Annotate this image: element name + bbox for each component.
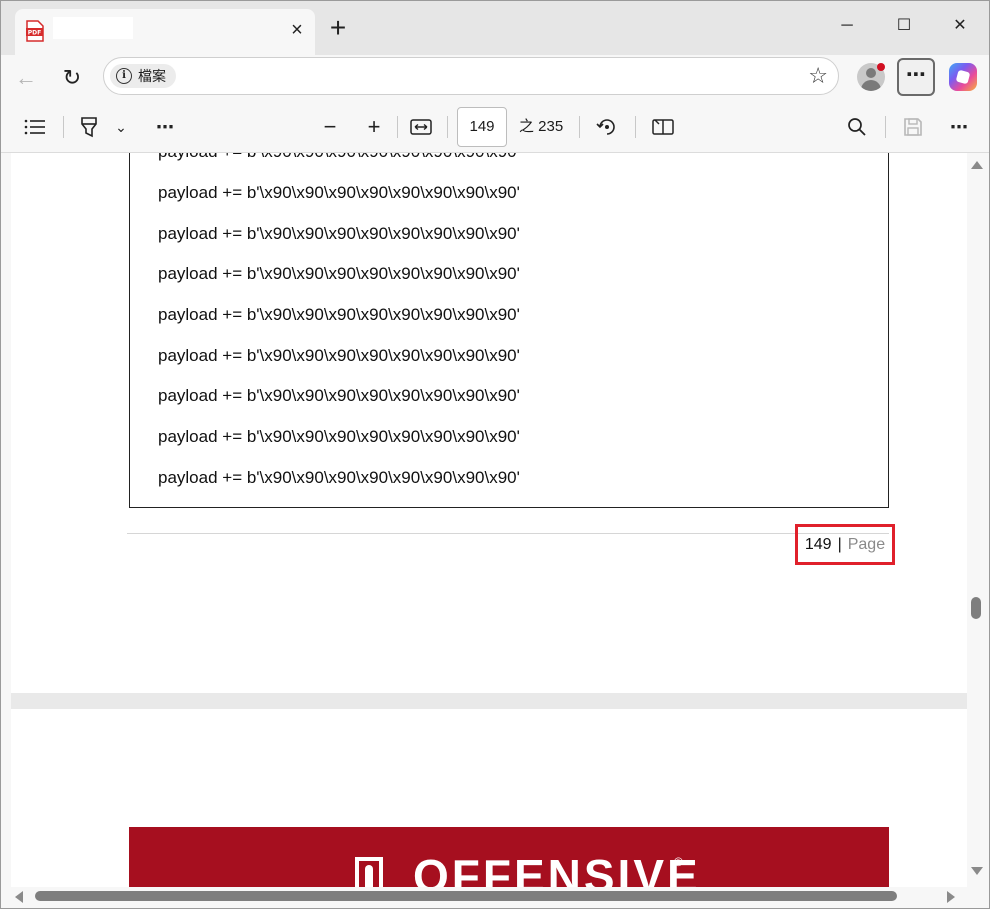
page-footer-word: Page <box>847 535 886 553</box>
toolbar-divider <box>63 116 64 138</box>
toolbar-divider <box>397 116 398 138</box>
close-window-button[interactable]: ✕ <box>937 11 983 41</box>
tab-strip: PDF × + ─ ☐ ✕ <box>1 1 989 55</box>
page-number-highlight: 149 | Page <box>795 524 895 565</box>
refresh-icon[interactable]: ↻ <box>55 61 89 95</box>
copilot-icon[interactable] <box>949 63 977 91</box>
scroll-right-arrow-icon[interactable] <box>947 891 955 903</box>
code-line: payload += b'\x90\x90\x90\x90\x90\x90\x9… <box>158 427 520 446</box>
pdf-next-page: OFFENSIVE ® <box>11 709 967 887</box>
browser-window: PDF × + ─ ☐ ✕ ← ↻ i 檔案 ☆ ⋯ ⌄ ⋯ − + 149 之… <box>0 0 990 909</box>
page-view-icon[interactable] <box>651 113 675 141</box>
save-icon[interactable] <box>901 113 925 141</box>
copilot-icon-center <box>955 69 971 85</box>
minimize-button[interactable]: ─ <box>824 11 870 41</box>
rotate-page-icon <box>596 119 615 135</box>
code-line: payload += b'\x90\x90\x90\x90\x90\x90\x9… <box>158 264 520 283</box>
code-line: payload += b'\x90\x90\x90\x90\x90\x90\x9… <box>158 153 520 162</box>
site-info-label: 檔案 <box>138 68 166 84</box>
horizontal-scroll-thumb[interactable] <box>35 891 897 901</box>
zoom-out-icon[interactable]: − <box>319 113 341 141</box>
notification-dot <box>877 63 885 71</box>
info-icon: i <box>116 68 132 84</box>
settings-more-button[interactable]: ⋯ <box>897 58 935 96</box>
pdf-more-options-icon[interactable]: ⋯ <box>947 113 971 141</box>
two-page-icon <box>652 119 674 135</box>
code-line: payload += b'\x90\x90\x90\x90\x90\x90\x9… <box>158 224 520 243</box>
page-number-input[interactable]: 149 <box>457 107 507 147</box>
total-pages-label: 之 235 <box>519 118 564 135</box>
banner-logo-text: OFFENSIVE <box>413 850 701 887</box>
page-footer-divider <box>127 533 889 534</box>
close-tab-icon[interactable]: × <box>287 20 307 41</box>
logo-mark <box>355 857 383 887</box>
avatar-head <box>866 68 876 78</box>
highlight-icon[interactable] <box>77 113 101 141</box>
pdf-toolbar: ⌄ ⋯ − + 149 之 235 ⋯ <box>1 101 989 153</box>
toolbar-divider <box>635 116 636 138</box>
vertical-scrollbar[interactable] <box>967 153 989 887</box>
site-info-button[interactable]: i 檔案 <box>110 64 176 88</box>
avatar-body <box>861 80 881 91</box>
fit-page-icon <box>410 119 432 135</box>
pdf-page: payload += b'\x90\x90\x90\x90\x90\x90\x9… <box>11 153 967 693</box>
floppy-disk-icon <box>904 118 922 136</box>
code-block: payload += b'\x90\x90\x90\x90\x90\x90\x9… <box>129 153 889 508</box>
horizontal-scrollbar[interactable] <box>11 887 967 907</box>
back-arrow-icon[interactable]: ← <box>9 61 43 95</box>
code-line: payload += b'\x90\x90\x90\x90\x90\x90\x9… <box>158 305 520 324</box>
magnifier-icon <box>848 118 866 136</box>
more-tools-icon[interactable]: ⋯ <box>153 113 177 141</box>
page-footer-number: 149 <box>804 535 832 553</box>
code-line: payload += b'\x90\x90\x90\x90\x90\x90\x9… <box>158 183 520 202</box>
maximize-button[interactable]: ☐ <box>881 11 927 41</box>
highlighter-icon <box>81 117 97 138</box>
toolbar-divider <box>447 116 448 138</box>
navigation-bar: ← ↻ i 檔案 ☆ ⋯ <box>1 55 989 101</box>
code-line: payload += b'\x90\x90\x90\x90\x90\x90\x9… <box>158 346 520 365</box>
pdf-icon-label: PDF <box>28 30 41 37</box>
zoom-in-icon[interactable]: + <box>363 113 385 141</box>
registered-mark: ® <box>674 855 683 869</box>
new-tab-button[interactable]: + <box>323 14 353 45</box>
rotate-icon[interactable] <box>595 113 619 141</box>
logo-mark-inner <box>365 865 373 887</box>
chevron-down-icon[interactable]: ⌄ <box>113 113 129 141</box>
toolbar-divider <box>885 116 886 138</box>
toolbar-divider <box>579 116 580 138</box>
browser-tab[interactable]: PDF × <box>15 9 315 55</box>
address-bar[interactable]: i 檔案 ☆ <box>103 57 839 95</box>
pdf-icon: PDF <box>26 20 44 42</box>
search-icon[interactable] <box>845 113 869 141</box>
code-line: payload += b'\x90\x90\x90\x90\x90\x90\x9… <box>158 468 520 487</box>
code-line: payload += b'\x90\x90\x90\x90\x90\x90\x9… <box>158 386 520 405</box>
page-footer-separator: | <box>837 535 842 553</box>
list-icon <box>24 119 45 135</box>
scroll-down-arrow-icon[interactable] <box>971 867 983 875</box>
tab-title <box>53 17 133 39</box>
fit-width-icon[interactable] <box>409 113 433 141</box>
vertical-scroll-thumb[interactable] <box>971 597 981 619</box>
scroll-left-arrow-icon[interactable] <box>15 891 23 903</box>
pdf-document-viewport[interactable]: payload += b'\x90\x90\x90\x90\x90\x90\x9… <box>11 153 967 887</box>
favorite-star-icon[interactable]: ☆ <box>808 63 828 89</box>
contents-list-icon[interactable] <box>23 113 47 141</box>
offensive-security-banner: OFFENSIVE ® <box>129 827 889 887</box>
scroll-up-arrow-icon[interactable] <box>971 161 983 169</box>
